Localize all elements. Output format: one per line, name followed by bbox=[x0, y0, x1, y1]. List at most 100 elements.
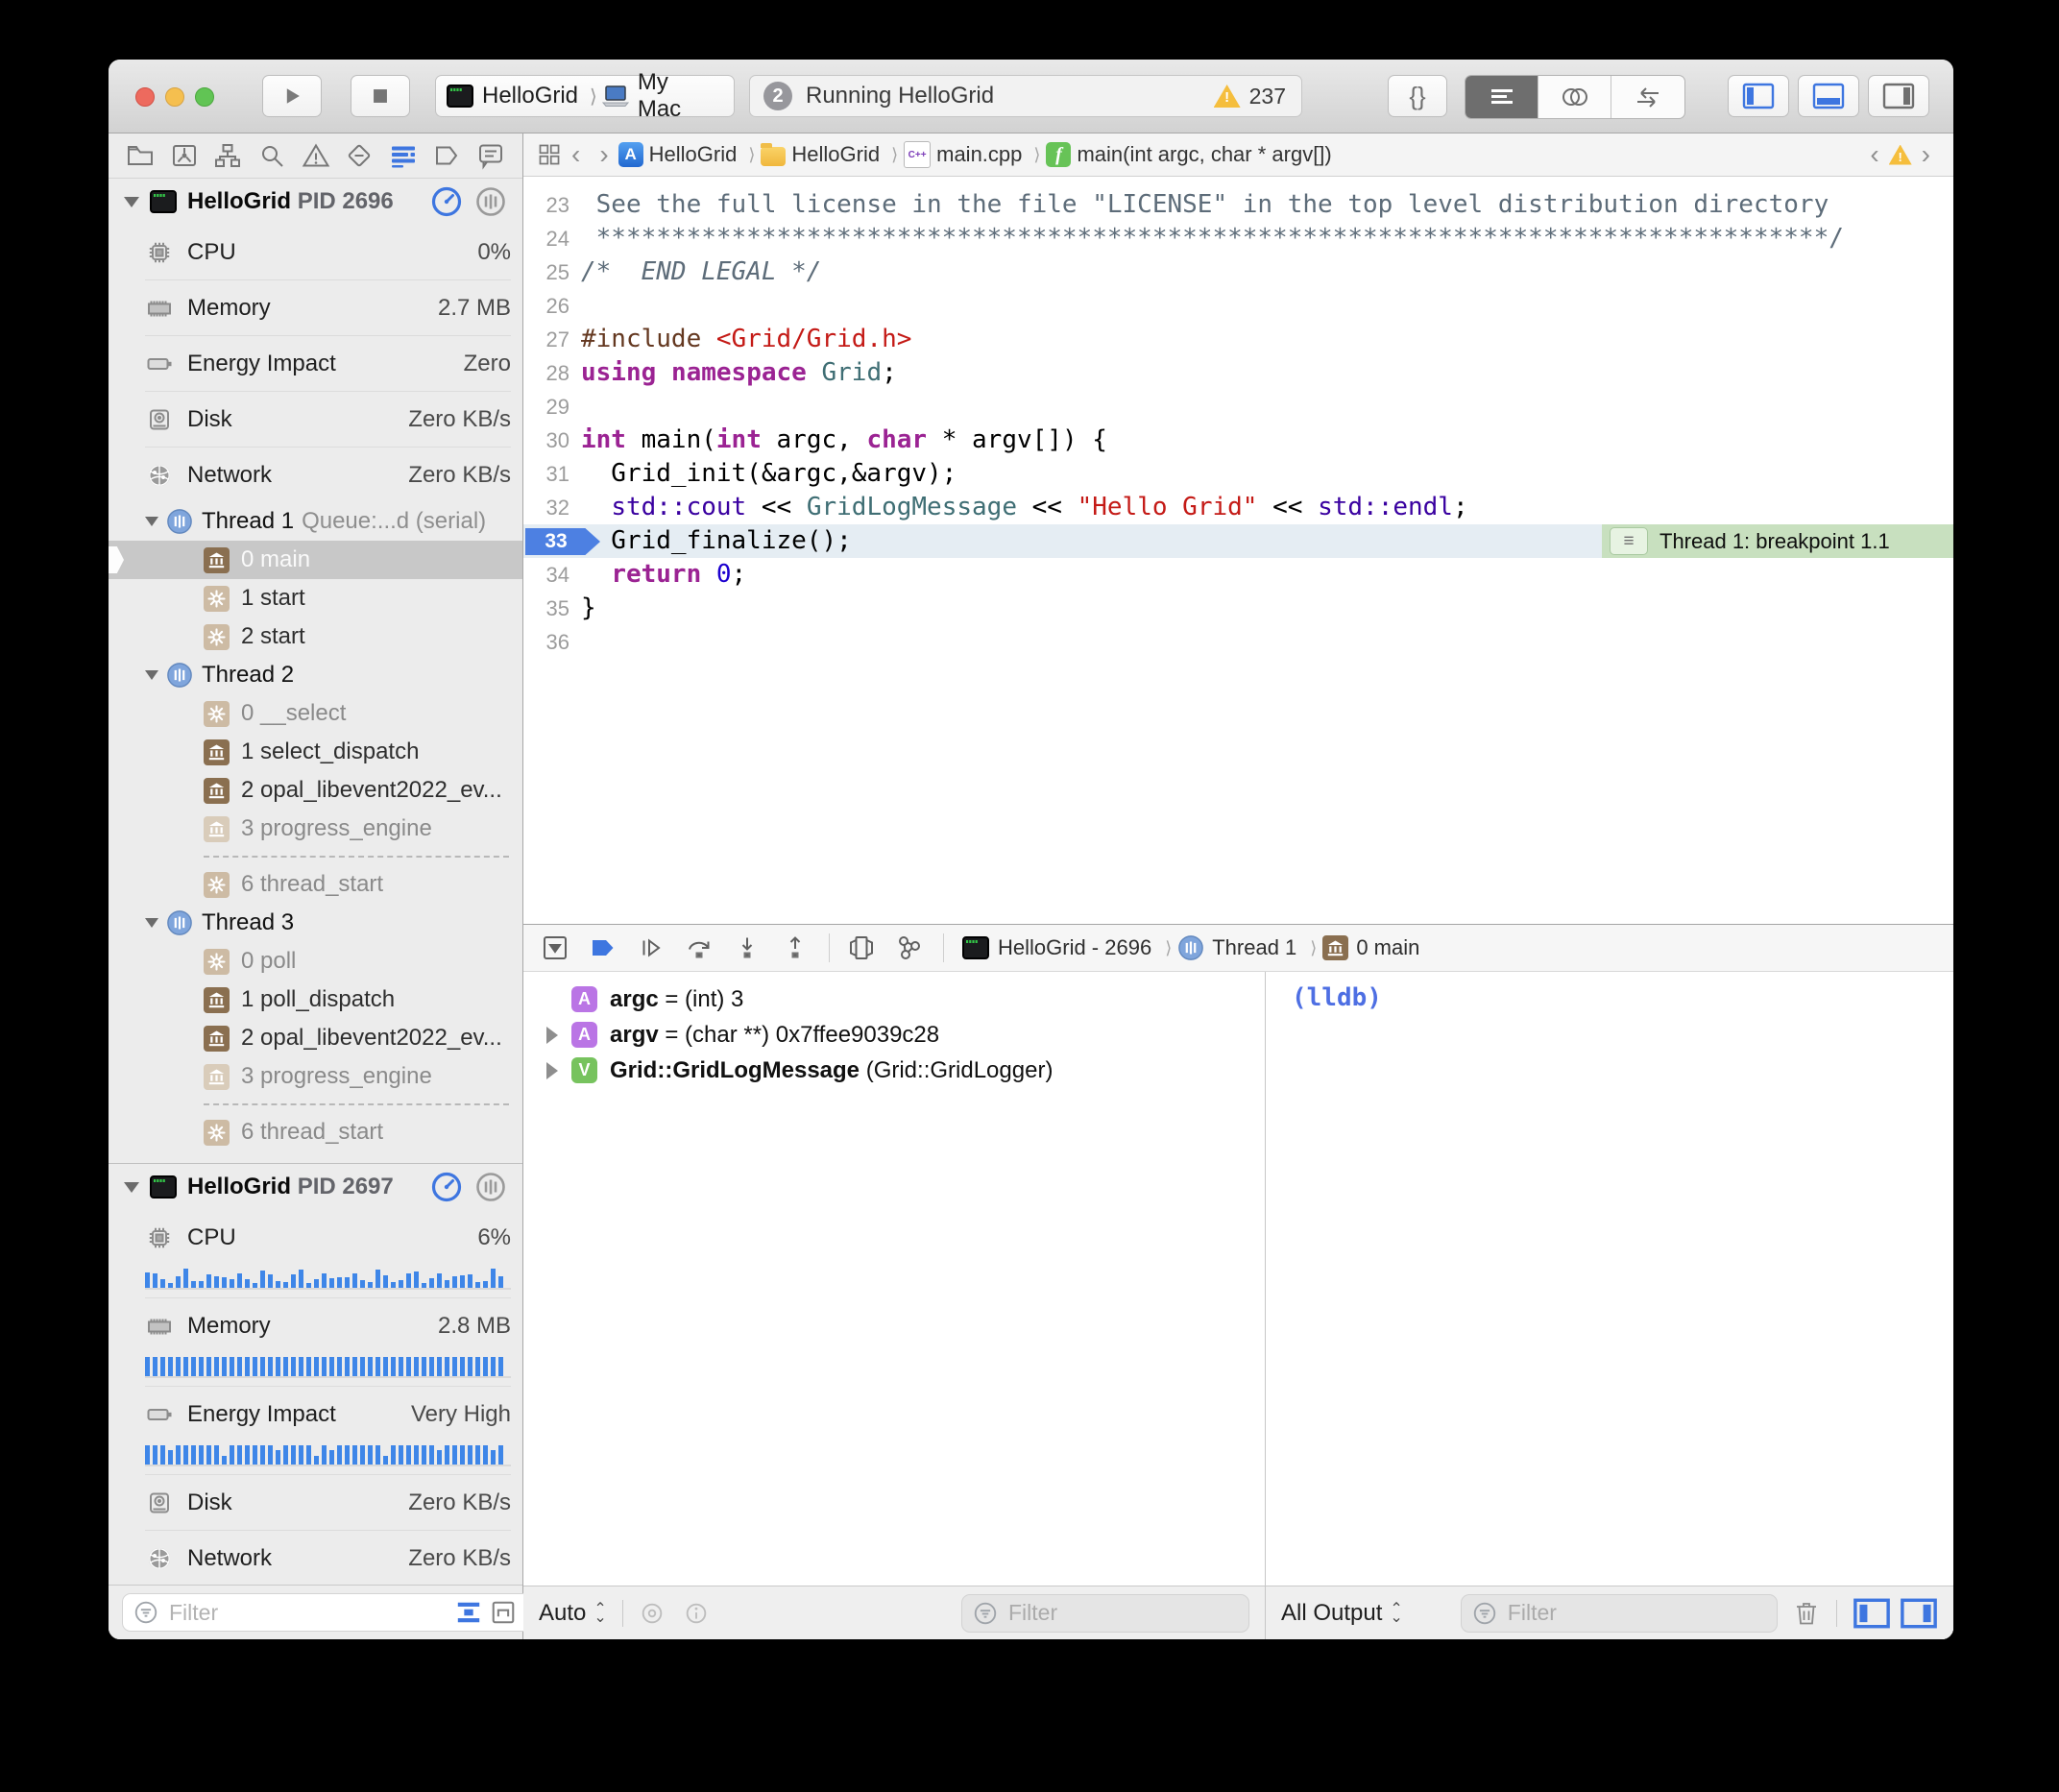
process-header[interactable]: HelloGrid PID 2696 bbox=[109, 179, 522, 225]
navigator-filter-input[interactable] bbox=[167, 1599, 455, 1627]
gauge-row[interactable]: CPU 0% bbox=[145, 225, 511, 279]
warning-count[interactable]: 237 bbox=[1249, 84, 1286, 109]
code-snippets-button[interactable]: {} bbox=[1388, 75, 1447, 117]
code-line[interactable]: 30 int main(int argc, char * argv[]) { bbox=[523, 424, 1953, 457]
line-number[interactable]: 31 bbox=[523, 457, 569, 491]
hamburger-menu-icon[interactable]: ≡ bbox=[1610, 527, 1648, 555]
code-line[interactable]: 32 std::cout << GridLogMessage << "Hello… bbox=[523, 491, 1953, 524]
code-line[interactable]: 26 bbox=[523, 289, 1953, 323]
breakpoint-annotation[interactable]: ≡ Thread 1: breakpoint 1.1 bbox=[1602, 524, 1953, 558]
assistant-editor-button[interactable] bbox=[1538, 76, 1611, 118]
issue-warning-icon[interactable]: ! bbox=[1889, 145, 1912, 165]
info-icon[interactable] bbox=[683, 1600, 710, 1627]
console-filter-field[interactable] bbox=[1461, 1594, 1778, 1633]
code-line[interactable]: 25 /* END LEGAL */ bbox=[523, 255, 1953, 289]
navigator-tab-source-control[interactable] bbox=[170, 141, 199, 170]
stack-frame-row[interactable]: 6 thread_start bbox=[109, 865, 522, 904]
toggle-variables-pane-button[interactable] bbox=[1853, 1598, 1891, 1629]
go-back-button[interactable]: ‹ bbox=[571, 141, 580, 168]
navigator-tab-issue[interactable] bbox=[302, 141, 330, 170]
next-issue-button[interactable]: › bbox=[1922, 141, 1930, 168]
code-line[interactable]: 34 return 0; bbox=[523, 558, 1953, 592]
hide-debug-area-button[interactable] bbox=[541, 933, 569, 962]
stack-frame-row[interactable]: 3 progress_engine bbox=[109, 810, 522, 848]
stack-frame-row[interactable]: 1 select_dispatch bbox=[109, 733, 522, 771]
gauge-speedometer-icon[interactable] bbox=[430, 1171, 463, 1203]
line-number[interactable]: 34 bbox=[523, 558, 569, 592]
stack-frame-row[interactable]: 6 thread_start bbox=[109, 1113, 522, 1151]
toggle-console-pane-button[interactable] bbox=[1900, 1598, 1938, 1629]
task-count-badge[interactable]: 2 bbox=[763, 82, 792, 110]
navigator-tab-debug-selected[interactable] bbox=[389, 141, 418, 170]
warning-icon[interactable]: ! bbox=[1214, 85, 1241, 108]
line-number[interactable]: 28 bbox=[523, 356, 569, 390]
toggle-debug-area-button[interactable] bbox=[1798, 75, 1859, 117]
variable-row[interactable]: A argv = (char **) 0x7ffee9039c28 bbox=[523, 1017, 1265, 1053]
breadcrumb-project[interactable]: HelloGrid bbox=[649, 142, 738, 167]
disclosure-triangle-icon[interactable] bbox=[546, 1062, 558, 1079]
view-by-queue-icon[interactable] bbox=[490, 1599, 517, 1626]
variable-row[interactable]: A argc = (int) 3 bbox=[523, 981, 1265, 1017]
code-line[interactable]: 28 using namespace Grid; bbox=[523, 356, 1953, 390]
navigator-tab-project[interactable] bbox=[126, 141, 155, 170]
toggle-navigator-button[interactable] bbox=[1728, 75, 1789, 117]
navigator-tab-breakpoint[interactable] bbox=[432, 141, 461, 170]
breadcrumb-file[interactable]: main.cpp bbox=[936, 142, 1022, 167]
stack-frame-row[interactable]: 1 poll_dispatch bbox=[109, 981, 522, 1019]
quicklook-icon[interactable] bbox=[639, 1600, 666, 1627]
clear-console-button[interactable] bbox=[1792, 1599, 1821, 1628]
standard-editor-button[interactable] bbox=[1466, 76, 1538, 118]
close-window-button[interactable] bbox=[135, 87, 155, 107]
code-line-breakpoint[interactable]: 33 Grid_finalize(); ≡ Thread 1: breakpoi… bbox=[523, 524, 1953, 558]
console-output[interactable]: (lldb) bbox=[1266, 972, 1953, 1586]
line-number[interactable]: 23 bbox=[523, 188, 569, 222]
stack-frame-row[interactable]: 2 opal_libevent2022_ev... bbox=[109, 771, 522, 810]
line-number[interactable]: 36 bbox=[523, 625, 569, 659]
disclosure-triangle-icon[interactable] bbox=[145, 517, 158, 526]
breadcrumb-symbol[interactable]: main(int argc, char * argv[]) bbox=[1077, 142, 1331, 167]
code-line[interactable]: 27 #include <Grid/Grid.h> bbox=[523, 323, 1953, 356]
stack-frame-row[interactable]: 0 main bbox=[109, 541, 522, 579]
step-over-button[interactable] bbox=[685, 933, 714, 962]
navigator-filter-field[interactable] bbox=[122, 1593, 560, 1632]
go-forward-button[interactable]: › bbox=[599, 141, 608, 168]
gauge-speedometer-icon[interactable] bbox=[430, 185, 463, 218]
gauge-row[interactable]: CPU 6% bbox=[145, 1210, 511, 1265]
gauge-row[interactable]: Energy Impact Zero bbox=[145, 335, 511, 391]
line-number[interactable]: 32 bbox=[523, 491, 569, 524]
stack-frame-row[interactable]: 0 poll bbox=[109, 942, 522, 981]
gauge-row[interactable]: Network Zero KB/s bbox=[145, 447, 511, 502]
line-number[interactable]: 35 bbox=[523, 592, 569, 625]
disclosure-triangle-icon[interactable] bbox=[124, 197, 139, 207]
continue-button[interactable] bbox=[637, 933, 666, 962]
code-line[interactable]: 24 *************************************… bbox=[523, 222, 1953, 255]
thread-row[interactable]: Thread 3 bbox=[109, 904, 522, 942]
stop-button[interactable] bbox=[351, 75, 410, 117]
gauge-row[interactable]: Memory 2.7 MB bbox=[145, 279, 511, 335]
disclosure-triangle-icon[interactable] bbox=[124, 1182, 139, 1193]
gauge-row[interactable]: Disk Zero KB/s bbox=[145, 391, 511, 447]
navigator-tab-test[interactable] bbox=[345, 141, 374, 170]
thread-row[interactable]: Thread 1Queue:...d (serial) bbox=[109, 502, 522, 541]
line-number[interactable]: 24 bbox=[523, 222, 569, 255]
gauge-row[interactable]: Energy Impact Very High bbox=[145, 1386, 511, 1441]
breakpoints-toggle-button[interactable] bbox=[589, 933, 618, 962]
code-line[interactable]: 35 } bbox=[523, 592, 1953, 625]
view-flat-mode-icon[interactable] bbox=[455, 1599, 482, 1626]
variable-row[interactable]: V Grid::GridLogMessage (Grid::GridLogger… bbox=[523, 1053, 1265, 1088]
console-scope-selector[interactable]: All Output bbox=[1281, 1600, 1382, 1627]
stack-frame-row[interactable]: 2 opal_libevent2022_ev... bbox=[109, 1019, 522, 1057]
source-editor[interactable]: 23 See the full license in the file "LIC… bbox=[523, 177, 1953, 924]
line-number[interactable]: 29 bbox=[523, 390, 569, 424]
breadcrumb-thread[interactable]: Thread 1 bbox=[1212, 935, 1296, 960]
related-items-icon[interactable] bbox=[537, 142, 562, 167]
scheme-selector[interactable]: HelloGrid ⟩ My Mac bbox=[435, 75, 735, 117]
disclosure-triangle-icon[interactable] bbox=[145, 670, 158, 680]
gauge-columns-icon[interactable] bbox=[474, 185, 507, 218]
console-filter-input[interactable] bbox=[1506, 1599, 1767, 1627]
version-editor-button[interactable] bbox=[1611, 76, 1684, 118]
memory-graph-button[interactable] bbox=[895, 933, 924, 962]
breadcrumb-frame[interactable]: 0 main bbox=[1356, 935, 1419, 960]
stack-frame-row[interactable]: 3 progress_engine bbox=[109, 1057, 522, 1096]
line-number[interactable]: 27 bbox=[523, 323, 569, 356]
